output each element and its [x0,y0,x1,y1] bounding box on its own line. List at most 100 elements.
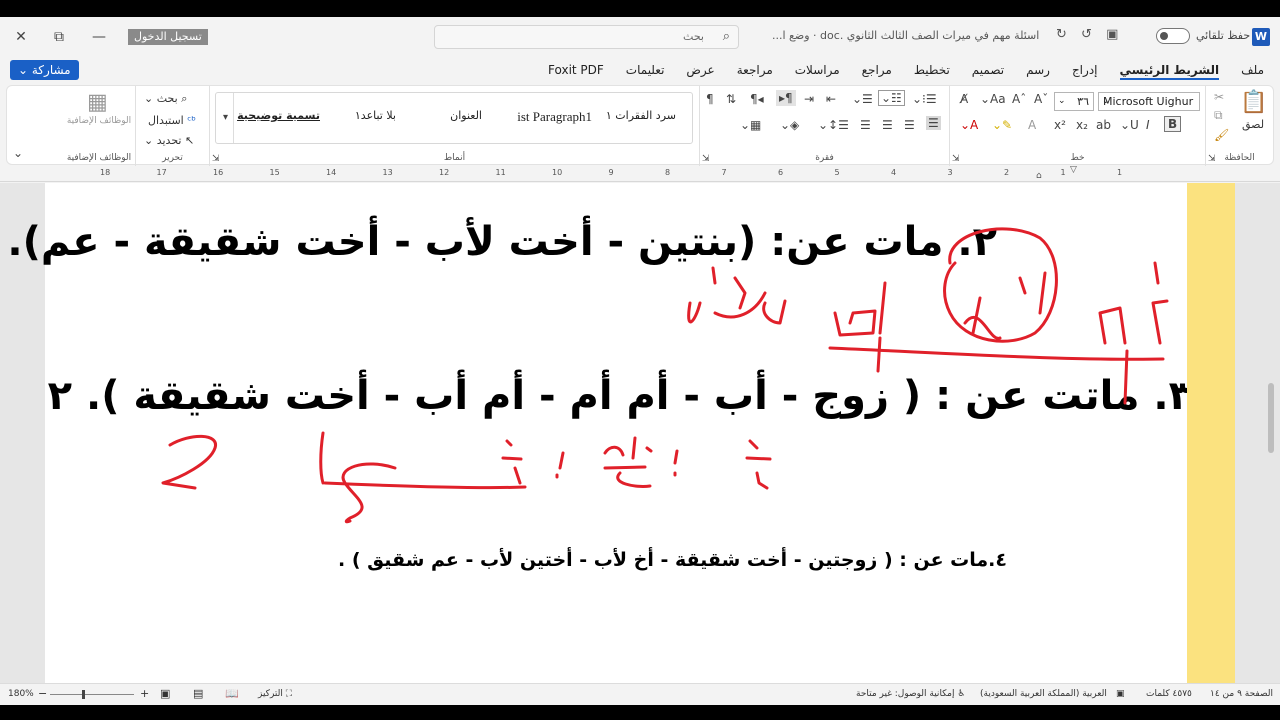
font-color-icon[interactable]: ⌄A [960,118,978,132]
redo-icon[interactable]: ↻ [1056,27,1067,42]
style-caption[interactable]: تسمية توضيحية [237,109,320,122]
clipboard-launcher-icon[interactable]: ⇲ [1208,154,1216,164]
search-input[interactable]: بحث ⌕ [434,25,739,49]
clear-formatting-icon[interactable]: A̸ [960,92,968,106]
save-icon[interactable]: ▣ [1106,27,1118,42]
search-icon: ⌕ [722,29,730,44]
style-list-paragraph-ar[interactable]: سرد الفقرات ١ [606,109,676,122]
tab-6[interactable]: مراجع [862,63,892,80]
subscript-icon[interactable]: x₂ [1076,118,1088,132]
close-icon[interactable]: ✕ [8,25,34,49]
decrease-indent-icon[interactable]: ⇤ [826,92,836,106]
numbered-list-icon[interactable]: ⌄☷ [878,90,905,106]
format-painter-icon[interactable]: 🖌 [1214,128,1229,142]
focus-icon: ⛶ [285,689,293,699]
document-title[interactable]: اسئلة مهم في ميرات الصف الثالث الثانوي .… [772,29,1039,42]
tab-11[interactable]: Foxit PDF [548,63,604,80]
italic-icon[interactable]: I [1146,118,1150,132]
tab-1[interactable]: الشريط الرئيسي [1119,63,1220,80]
collapse-ribbon-icon[interactable]: ⌄ [13,146,23,160]
tab-8[interactable]: مراجعة [737,63,773,80]
paste-label[interactable]: لصق [1242,118,1264,131]
align-center-icon[interactable]: ☰ [904,118,915,132]
zoom-in-icon[interactable]: + [140,687,149,700]
share-button[interactable]: ⌄ مشاركة [10,60,79,80]
zoom-level[interactable]: 180% [8,689,34,699]
tab-2[interactable]: إدراج [1072,63,1098,80]
accessibility-status[interactable]: إمكانية الوصول: غير متاحة ♿ [856,689,965,699]
scrollbar-thumb[interactable] [1268,383,1274,453]
read-mode-icon[interactable]: 📖 [225,687,239,700]
bold-icon[interactable]: B [1164,116,1182,132]
replace-button[interactable]: استبدال ᶜᵇ [148,114,196,127]
ltr-paragraph-icon[interactable]: ▸¶ [776,90,796,106]
language-status[interactable]: العربية (المملكة العربية السعودية) [980,689,1107,699]
restore-icon[interactable]: ⧉ [46,25,72,49]
shrink-font-icon[interactable]: Aˇ [1034,92,1048,106]
tab-4[interactable]: تصميم [972,63,1004,80]
ruler-number: 16 [213,168,224,177]
font-launcher-icon[interactable]: ⇲ [952,154,960,164]
select-button[interactable]: ⌄ تحديد ↖ [144,134,194,147]
style-list-paragraph[interactable]: ist Paragraph1 [517,109,592,125]
align-right-icon[interactable]: ☰ [926,116,941,130]
tab-3[interactable]: رسم [1026,63,1050,80]
toggle-switch-icon[interactable] [1156,28,1190,44]
proofing-icon[interactable]: ▣ [1116,689,1125,699]
styles-launcher-icon[interactable]: ⇲ [212,154,220,164]
paste-icon[interactable]: 📋 [1240,90,1267,115]
shading-icon[interactable]: ⌄◈ [780,118,799,132]
styles-more-icon[interactable]: ▾ [218,93,234,143]
addins-icon[interactable]: ▦ [87,90,108,115]
underline-icon[interactable]: ⌄U [1120,118,1139,132]
style-no-spacing[interactable]: بلا تباعد١ [355,109,396,122]
copy-icon[interactable]: ⧉ [1214,108,1223,123]
side-panel [1187,183,1235,688]
zoom-out-icon[interactable]: − [38,687,47,700]
page-number[interactable]: الصفحة ٩ من ١٤ [1210,689,1273,699]
strikethrough-icon[interactable]: ab [1096,118,1111,132]
align-left-icon[interactable]: ☰ [882,118,893,132]
font-size-combo[interactable]: ٣٦ ⌄ [1054,92,1094,111]
line-spacing-icon[interactable]: ⌄↕☰ [818,118,849,132]
signin-button[interactable]: تسجيل الدخول [128,29,208,45]
indent-marker-icon[interactable]: ⌂ [1036,171,1042,181]
print-layout-icon[interactable]: ▤ [193,687,203,700]
highlight-icon[interactable]: ⌄✎ [992,118,1012,132]
vertical-scrollbar[interactable] [1262,183,1280,688]
tab-0[interactable]: ملف [1241,63,1264,80]
autosave-toggle[interactable]: حفظ تلقائي [1156,28,1250,44]
ruler-number: 11 [495,168,506,177]
ruler[interactable]: 18 17 16 15 14 13 12 11 10 9 8 7 6 5 4 3 2 1 1 ⌂ ▽ [0,165,1280,182]
sort-icon[interactable]: ⇅ [726,92,736,106]
font-name-combo[interactable]: Microsoft Uighur ⌄ [1098,92,1200,111]
zoom-slider-thumb[interactable] [82,690,85,699]
tab-5[interactable]: تخطيط [914,63,950,80]
tab-10[interactable]: تعليمات [626,63,665,80]
grow-font-icon[interactable]: Aˆ [1012,92,1026,106]
text-effects-icon[interactable]: A [1028,118,1036,132]
minimize-icon[interactable]: — [86,25,112,49]
pilcrow-icon[interactable]: ¶ [706,92,714,106]
rtl-paragraph-icon[interactable]: ¶◂ [750,92,764,106]
word-count[interactable]: ٤٥٧٥ كلمات [1146,689,1192,699]
tab-7[interactable]: مراسلات [795,63,840,80]
zoom-slider[interactable] [50,694,134,695]
superscript-icon[interactable]: x² [1054,118,1066,132]
document-page[interactable]: ٢. مات عن: (بنتين - أخت لأب - أخت شقيقة … [7,183,1193,688]
justify-icon[interactable]: ☰ [860,118,871,132]
change-case-icon[interactable]: ⌄Aa [980,92,1006,106]
tab-9[interactable]: عرض [686,63,714,80]
bullet-list-icon[interactable]: ⌄⁝☰ [912,92,937,106]
first-line-indent-icon[interactable]: ▽ [1070,165,1077,175]
web-layout-icon[interactable]: ▣ [160,687,170,700]
borders-icon[interactable]: ⌄▦ [740,118,761,132]
cut-icon[interactable]: ✂ [1214,90,1224,104]
focus-button[interactable]: التركيز ⛶ [258,689,292,699]
style-heading[interactable]: العنوان [450,109,482,122]
paragraph-launcher-icon[interactable]: ⇲ [702,154,710,164]
undo-icon[interactable]: ↺ [1081,27,1092,42]
multilevel-list-icon[interactable]: ⌄☰ [852,92,873,106]
find-button[interactable]: ⌄ بحث ⌕ [144,92,187,106]
increase-indent-icon[interactable]: ⇥ [804,92,814,106]
